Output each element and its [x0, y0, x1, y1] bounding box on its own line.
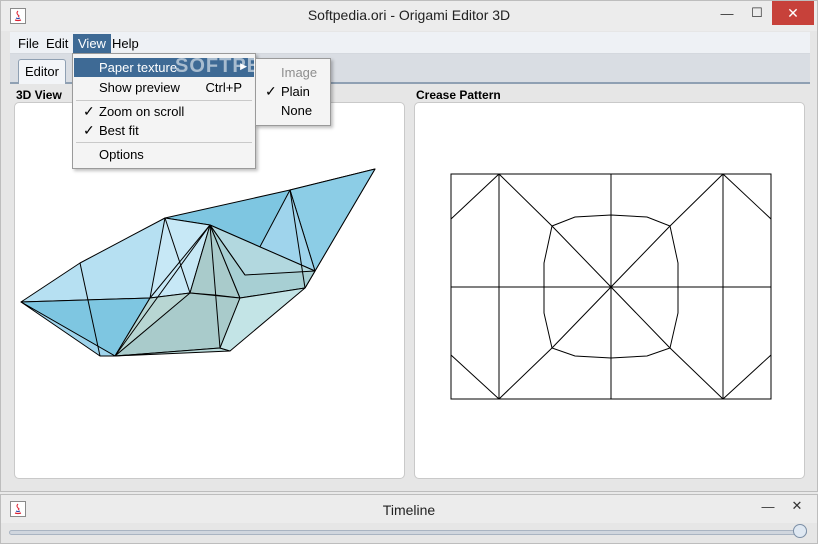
- menu-item-show-preview[interactable]: Show preview Ctrl+P: [74, 78, 254, 97]
- maximize-button[interactable]: ☐: [742, 1, 772, 25]
- timeline-minimize-button[interactable]: —: [753, 495, 783, 517]
- title-bar[interactable]: Softpedia.ori - Origami Editor 3D — ☐ ✕: [1, 1, 817, 31]
- menu-item-best-fit-label: Best fit: [99, 123, 139, 138]
- timeline-close-button[interactable]: ✕: [782, 495, 812, 517]
- timeline-slider-track[interactable]: [9, 530, 807, 535]
- menu-bar: File Edit View Help: [10, 32, 810, 54]
- submenu-item-plain[interactable]: ✓ Plain: [256, 82, 330, 101]
- timeline-title: Timeline: [382, 502, 436, 518]
- submenu-item-none-label: None: [281, 103, 313, 118]
- menu-separator: [76, 100, 252, 101]
- menu-edit[interactable]: Edit: [41, 34, 73, 53]
- menu-item-show-preview-label: Show preview: [99, 80, 180, 95]
- menu-item-zoom-on-scroll[interactable]: ✓ Zoom on scroll: [74, 102, 254, 121]
- submenu-item-none[interactable]: None: [256, 101, 330, 120]
- check-icon: ✓: [265, 83, 277, 99]
- close-button[interactable]: ✕: [772, 1, 814, 25]
- submenu-item-plain-label: Plain: [281, 84, 310, 99]
- submenu-item-image-label: Image: [281, 65, 318, 80]
- crease-pattern-diagram[interactable]: [415, 103, 804, 478]
- shortcut-ctrl-p: Ctrl+P: [205, 80, 242, 95]
- menu-item-paper-texture[interactable]: Paper texture ▶: [74, 58, 254, 77]
- menu-item-options[interactable]: Options: [74, 145, 254, 164]
- view-menu-popup: Paper texture ▶ Show preview Ctrl+P ✓ Zo…: [72, 53, 256, 169]
- timeline-window: Timeline — ✕: [0, 494, 818, 544]
- menu-file[interactable]: File: [13, 34, 44, 53]
- menu-item-options-label: Options: [99, 147, 144, 162]
- timeline-title-bar[interactable]: Timeline — ✕: [1, 495, 817, 523]
- menu-help[interactable]: Help: [107, 34, 144, 53]
- crease-pattern-panel[interactable]: [414, 102, 805, 479]
- menu-item-paper-texture-label: Paper texture: [99, 60, 178, 75]
- check-icon: ✓: [83, 122, 95, 138]
- timeline-slider-thumb[interactable]: [793, 524, 807, 538]
- submenu-arrow-icon: ▶: [240, 61, 247, 71]
- check-icon: ✓: [83, 103, 95, 119]
- menu-item-best-fit[interactable]: ✓ Best fit: [74, 121, 254, 140]
- menu-item-zoom-on-scroll-label: Zoom on scroll: [99, 104, 185, 119]
- menu-view[interactable]: View: [73, 34, 111, 53]
- paper-texture-submenu: Image ✓ Plain None: [255, 58, 331, 126]
- submenu-item-image[interactable]: Image: [256, 63, 330, 82]
- pane-title-crease-pattern: Crease Pattern: [416, 88, 501, 102]
- menu-separator: [76, 142, 252, 143]
- minimize-button[interactable]: —: [712, 1, 742, 25]
- tab-editor[interactable]: Editor: [18, 59, 66, 84]
- pane-title-3d-view: 3D View: [16, 88, 62, 102]
- window-title: Softpedia.ori - Origami Editor 3D: [307, 7, 511, 23]
